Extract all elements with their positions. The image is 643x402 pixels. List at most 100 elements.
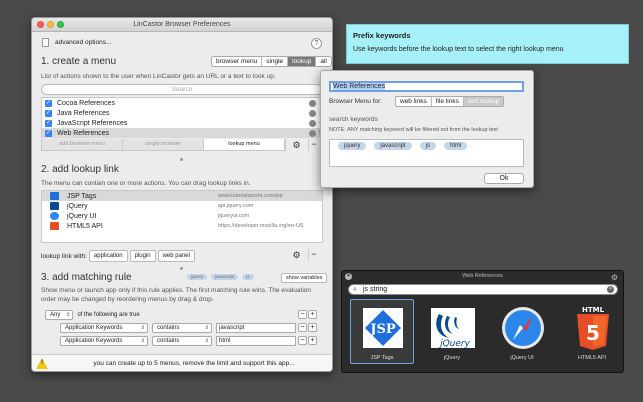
help-button[interactable]: ? <box>311 38 322 49</box>
close-icon[interactable]: × <box>345 273 352 280</box>
checkbox[interactable]: ✓ <box>45 129 52 137</box>
svg-text:HTML: HTML <box>582 306 605 314</box>
ok-button[interactable]: Ok <box>484 173 524 184</box>
gear-icon[interactable]: ⚙ <box>290 139 303 151</box>
result-tile[interactable]: JSP JSP Tags <box>350 299 414 364</box>
mode-text-lookup[interactable]: text lookup <box>463 97 504 106</box>
section-lookup-link-desc: The menu can contain one or more actions… <box>41 180 251 187</box>
rule-operator-select[interactable]: contains <box>152 336 212 346</box>
keyword-token[interactable]: javascript <box>374 142 412 150</box>
rule-operator-select[interactable]: contains <box>152 323 212 333</box>
keywords-token-field[interactable]: jquery javascript js html <box>329 139 524 167</box>
menu-item-label: Java References <box>57 109 110 117</box>
mode-single[interactable]: single <box>262 57 289 66</box>
result-tile[interactable]: HTML 5 HTML5 API <box>560 299 624 364</box>
mode-lookup[interactable]: lookup <box>288 57 317 66</box>
tab-lookup-menu[interactable]: lookup menu <box>204 139 285 150</box>
advanced-options[interactable]: advanced options... <box>42 38 111 47</box>
document-icon <box>42 38 49 47</box>
web-panel-button[interactable]: web panel <box>157 250 195 262</box>
hud-results: JSP JSP Tags jQuery jQuery jQuery UI HTM… <box>350 299 624 364</box>
list-item[interactable]: ✓ JavaScript References 4 <box>42 118 322 128</box>
upgrade-banner[interactable]: ! you can create up to 5 menus, remove t… <box>32 354 332 371</box>
plugin-button[interactable]: plugin <box>129 250 156 262</box>
rule-value-field[interactable]: html <box>216 336 296 346</box>
add-rule-button[interactable]: + <box>308 336 317 345</box>
html5-icon: HTML 5 <box>577 306 609 350</box>
jquery-icon: jQuery <box>431 308 475 349</box>
link-url: jqueryui.com <box>218 213 250 219</box>
rule-field-select[interactable]: Application Keywords <box>60 323 148 333</box>
list-item[interactable]: JSP Tags www.tutorialspoint.com/jsp <box>42 191 322 201</box>
keywords-note: NOTE: ANY matching keyword will be filte… <box>329 127 498 133</box>
shortcut-icon <box>309 109 316 117</box>
checkbox[interactable]: ✓ <box>45 99 52 107</box>
advanced-options-label: advanced options... <box>55 39 112 46</box>
minimize-button[interactable] <box>47 21 54 28</box>
show-variables-button[interactable]: show variables <box>281 273 328 283</box>
list-item[interactable]: ✓ Java References 2 <box>42 108 322 118</box>
tooltip-body: Use keywords before the lookup text to s… <box>353 46 564 53</box>
gear-icon[interactable]: ⚙ <box>611 272 618 283</box>
token[interactable]: jquery <box>187 274 208 280</box>
search-icon: ⌕ <box>353 286 357 293</box>
list-item[interactable]: ✓ Web References 5 <box>42 128 322 138</box>
section-create-menu-desc: List of actions shown to the user when L… <box>41 73 276 80</box>
remove-rule-button[interactable]: − <box>298 323 307 332</box>
section-create-menu-title: 1. create a menu <box>41 56 117 67</box>
tab-add-browser-menu[interactable]: add browser menu <box>42 139 123 150</box>
any-all-select[interactable]: Any <box>45 310 74 320</box>
list-item[interactable]: jQuery api.jquery.com <box>42 201 322 211</box>
mode-web-links[interactable]: web links <box>396 97 432 106</box>
mode-browser-menu[interactable]: browser menu <box>212 57 263 66</box>
close-button[interactable] <box>37 21 44 28</box>
list-item[interactable]: HTML5 API https://developer.mozilla.org/… <box>42 221 322 231</box>
list-item[interactable]: ✓ Cocoa References 1 <box>42 98 322 108</box>
token[interactable]: js <box>242 274 254 280</box>
menu-item-label: JavaScript References <box>57 119 128 127</box>
window-title: LinCastor Browser Preferences <box>133 21 231 28</box>
application-button[interactable]: application <box>88 250 128 262</box>
rule-field-select[interactable]: Application Keywords <box>60 336 148 346</box>
mode-file-links[interactable]: file links <box>432 97 464 106</box>
menu-search-input[interactable]: Search <box>41 84 323 95</box>
menu-name-value: Web References <box>333 83 386 90</box>
variable-tokens: jquery javascript js <box>187 274 254 280</box>
hud-title-bar: × Web References ⚙ <box>342 271 623 282</box>
menu-name-field[interactable]: Web References <box>329 81 524 92</box>
title-bar: LinCastor Browser Preferences <box>32 18 332 32</box>
tab-single-browser[interactable]: single browser <box>123 139 204 150</box>
add-rule-button[interactable]: + <box>308 310 317 319</box>
upgrade-text: you can create up to 5 menus, remove the… <box>93 359 295 367</box>
rule-value-field[interactable]: javascript <box>216 323 296 333</box>
keyword-token[interactable]: jquery <box>338 142 367 150</box>
remove-link-button[interactable]: − <box>308 249 319 261</box>
zoom-button[interactable] <box>57 21 64 28</box>
clear-search-icon[interactable]: × <box>607 286 614 293</box>
safari-icon <box>502 307 544 349</box>
link-url: api.jquery.com <box>218 203 254 209</box>
token[interactable]: javascript <box>211 274 239 280</box>
mode-all[interactable]: all <box>316 57 331 66</box>
checkbox[interactable]: ✓ <box>45 109 52 117</box>
lookup-hud-panel: × Web References ⚙ ⌕ js string × JSP JSP… <box>341 270 624 373</box>
remove-menu-button[interactable]: − <box>308 139 319 151</box>
add-rule-button[interactable]: + <box>308 323 317 332</box>
menu-item-label: Web References <box>57 129 110 137</box>
link-url: https://developer.mozilla.org/en-US <box>218 223 304 229</box>
remove-rule-button[interactable]: − <box>298 310 307 319</box>
checkbox[interactable]: ✓ <box>45 119 52 127</box>
rule-any-controls: − + <box>298 310 317 319</box>
keyword-token[interactable]: js <box>419 142 437 150</box>
section-matching-rule-title: 3. add matching rule <box>41 272 132 283</box>
gear-icon[interactable]: ⚙ <box>290 249 303 261</box>
rule-any-row: Any of the following are true <box>45 310 140 320</box>
remove-rule-button[interactable]: − <box>298 336 307 345</box>
result-tile[interactable]: jQuery UI <box>490 299 554 364</box>
list-item[interactable]: jQuery UI jqueryui.com <box>42 211 322 221</box>
rule-following-label: of the following are true <box>77 312 140 318</box>
hud-search-input[interactable]: ⌕ js string × <box>348 284 618 295</box>
menu-type-tabs: add browser menu single browser lookup m… <box>41 139 286 151</box>
result-tile[interactable]: jQuery jQuery <box>420 299 484 364</box>
keyword-token[interactable]: html <box>444 142 468 150</box>
